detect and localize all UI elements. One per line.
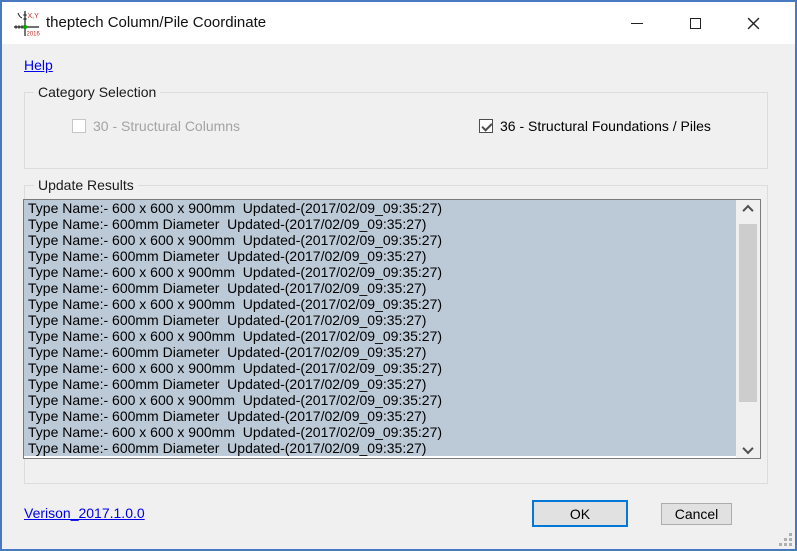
listbox-items: Type Name:- 600 x 600 x 900mm Updated-(2…	[24, 200, 760, 456]
list-item[interactable]: Type Name:- 600 x 600 x 900mm Updated-(2…	[24, 232, 736, 248]
checkbox-icon[interactable]	[479, 119, 493, 133]
list-item[interactable]: Type Name:- 600 x 600 x 900mm Updated-(2…	[24, 296, 736, 312]
chevron-up-icon	[742, 204, 754, 216]
list-item[interactable]: Type Name:- 600 x 600 x 900mm Updated-(2…	[24, 392, 736, 408]
list-item[interactable]: Type Name:- 600mm Diameter Updated-(2017…	[24, 344, 736, 360]
list-item[interactable]: Type Name:- 600mm Diameter Updated-(2017…	[24, 440, 736, 456]
scrollbar-thumb[interactable]	[739, 224, 757, 402]
dialog-window: X,Y 2016 theptech Column/Pile Coordinate…	[0, 0, 797, 551]
help-link[interactable]: Help	[24, 57, 53, 73]
list-item[interactable]: Type Name:- 600mm Diameter Updated-(2017…	[24, 408, 736, 424]
update-results-label: Update Results	[34, 177, 138, 193]
close-button[interactable]	[730, 7, 776, 39]
minimize-button[interactable]	[614, 7, 660, 39]
ok-button[interactable]: OK	[532, 500, 628, 527]
title-bar[interactable]: X,Y 2016 theptech Column/Pile Coordinate	[2, 2, 795, 44]
checkbox-label: 36 - Structural Foundations / Piles	[500, 118, 711, 134]
chevron-down-icon	[742, 442, 754, 454]
list-item[interactable]: Type Name:- 600 x 600 x 900mm Updated-(2…	[24, 424, 736, 440]
checkbox-icon	[72, 119, 86, 133]
vertical-scrollbar[interactable]	[736, 200, 760, 458]
coordinate-crosshair-icon: X,Y 2016	[14, 11, 41, 38]
list-item[interactable]: Type Name:- 600mm Diameter Updated-(2017…	[24, 216, 736, 232]
list-item[interactable]: Type Name:- 600 x 600 x 900mm Updated-(2…	[24, 328, 736, 344]
svg-text:X,Y: X,Y	[28, 13, 40, 20]
checkbox-structural-foundations-piles[interactable]: 36 - Structural Foundations / Piles	[479, 118, 711, 134]
minimize-icon	[631, 22, 643, 24]
resize-grip[interactable]	[777, 531, 793, 547]
svg-text:2016: 2016	[27, 32, 41, 38]
version-link[interactable]: Verison_2017.1.0.0	[24, 505, 145, 521]
close-icon	[747, 17, 759, 29]
category-selection-label: Category Selection	[34, 84, 161, 100]
scrollbar-down-button[interactable]	[736, 441, 760, 458]
list-item[interactable]: Type Name:- 600 x 600 x 900mm Updated-(2…	[24, 264, 736, 280]
list-item[interactable]: Type Name:- 600 x 600 x 900mm Updated-(2…	[24, 200, 736, 216]
maximize-button[interactable]	[672, 7, 718, 39]
update-results-listbox[interactable]: Type Name:- 600 x 600 x 900mm Updated-(2…	[23, 199, 761, 459]
scrollbar-up-button[interactable]	[736, 200, 760, 217]
maximize-icon	[689, 17, 701, 29]
checkbox-structural-columns: 30 - Structural Columns	[72, 118, 240, 134]
list-item[interactable]: Type Name:- 600mm Diameter Updated-(2017…	[24, 248, 736, 264]
checkbox-label: 30 - Structural Columns	[93, 118, 241, 134]
list-item[interactable]: Type Name:- 600mm Diameter Updated-(2017…	[24, 280, 736, 296]
list-item[interactable]: Type Name:- 600 x 600 x 900mm Updated-(2…	[24, 360, 736, 376]
list-item[interactable]: Type Name:- 600mm Diameter Updated-(2017…	[24, 312, 736, 328]
cancel-button[interactable]: Cancel	[661, 503, 732, 525]
list-item[interactable]: Type Name:- 600mm Diameter Updated-(2017…	[24, 376, 736, 392]
window-title: theptech Column/Pile Coordinate	[46, 14, 267, 31]
